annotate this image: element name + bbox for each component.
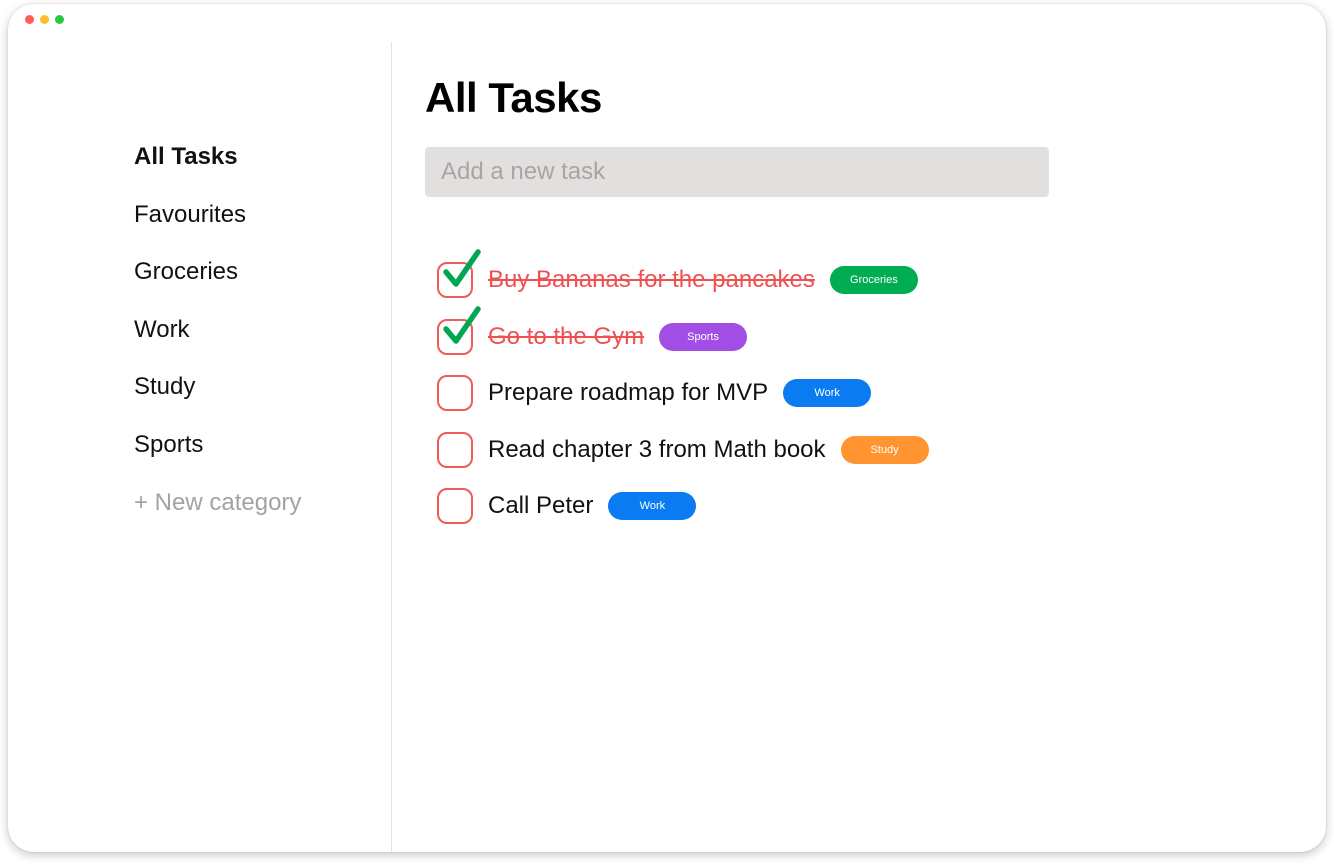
close-window-button[interactable] bbox=[25, 15, 34, 24]
task-checkbox[interactable] bbox=[437, 431, 473, 468]
sidebar-item-groceries[interactable]: Groceries bbox=[134, 257, 301, 315]
task-tag[interactable]: Study bbox=[840, 435, 929, 464]
sidebar-item-study[interactable]: Study bbox=[134, 372, 301, 430]
task-tag[interactable]: Sports bbox=[659, 322, 748, 351]
task-item: Prepare roadmap for MVP Work bbox=[437, 365, 929, 422]
task-list: Buy Bananas for the pancakes Groceries G… bbox=[437, 249, 929, 535]
page-title: All Tasks bbox=[425, 74, 602, 121]
task-item: Buy Bananas for the pancakes Groceries bbox=[437, 249, 929, 309]
task-checkbox[interactable] bbox=[437, 488, 473, 525]
task-tag[interactable]: Work bbox=[783, 379, 872, 408]
sidebar-item-work[interactable]: Work bbox=[134, 315, 301, 373]
check-icon bbox=[443, 249, 481, 287]
sidebar-item-favourites[interactable]: Favourites bbox=[134, 200, 301, 258]
check-icon bbox=[443, 306, 481, 344]
task-item: Read chapter 3 from Math book Study bbox=[437, 422, 929, 479]
task-text[interactable]: Buy Bananas for the pancakes bbox=[488, 266, 815, 294]
sidebar-item-all-tasks[interactable]: All Tasks bbox=[134, 142, 301, 200]
task-text[interactable]: Go to the Gym bbox=[488, 323, 644, 351]
task-tag[interactable]: Work bbox=[608, 492, 697, 521]
zoom-window-button[interactable] bbox=[55, 15, 64, 24]
minimize-window-button[interactable] bbox=[40, 15, 49, 24]
task-text[interactable]: Read chapter 3 from Math book bbox=[488, 436, 826, 464]
main-panel: All Tasks Buy Bananas for the pancakes G… bbox=[392, 42, 1326, 852]
new-task-input[interactable] bbox=[425, 147, 1049, 197]
task-checkbox[interactable] bbox=[437, 306, 481, 355]
task-text[interactable]: Prepare roadmap for MVP bbox=[488, 379, 768, 407]
task-checkbox[interactable] bbox=[437, 249, 481, 299]
new-category-button[interactable]: + New category bbox=[134, 488, 301, 546]
task-text[interactable]: Call Peter bbox=[488, 492, 593, 520]
task-tag[interactable]: Groceries bbox=[829, 266, 918, 295]
task-item: Go to the Gym Sports bbox=[437, 306, 929, 366]
sidebar: All Tasks Favourites Groceries Work Stud… bbox=[8, 42, 392, 852]
app-window: All Tasks Favourites Groceries Work Stud… bbox=[8, 4, 1326, 852]
window-controls bbox=[25, 15, 64, 24]
category-list: All Tasks Favourites Groceries Work Stud… bbox=[134, 142, 301, 545]
sidebar-item-sports[interactable]: Sports bbox=[134, 430, 301, 488]
task-checkbox[interactable] bbox=[437, 375, 473, 412]
task-item: Call Peter Work bbox=[437, 478, 929, 535]
